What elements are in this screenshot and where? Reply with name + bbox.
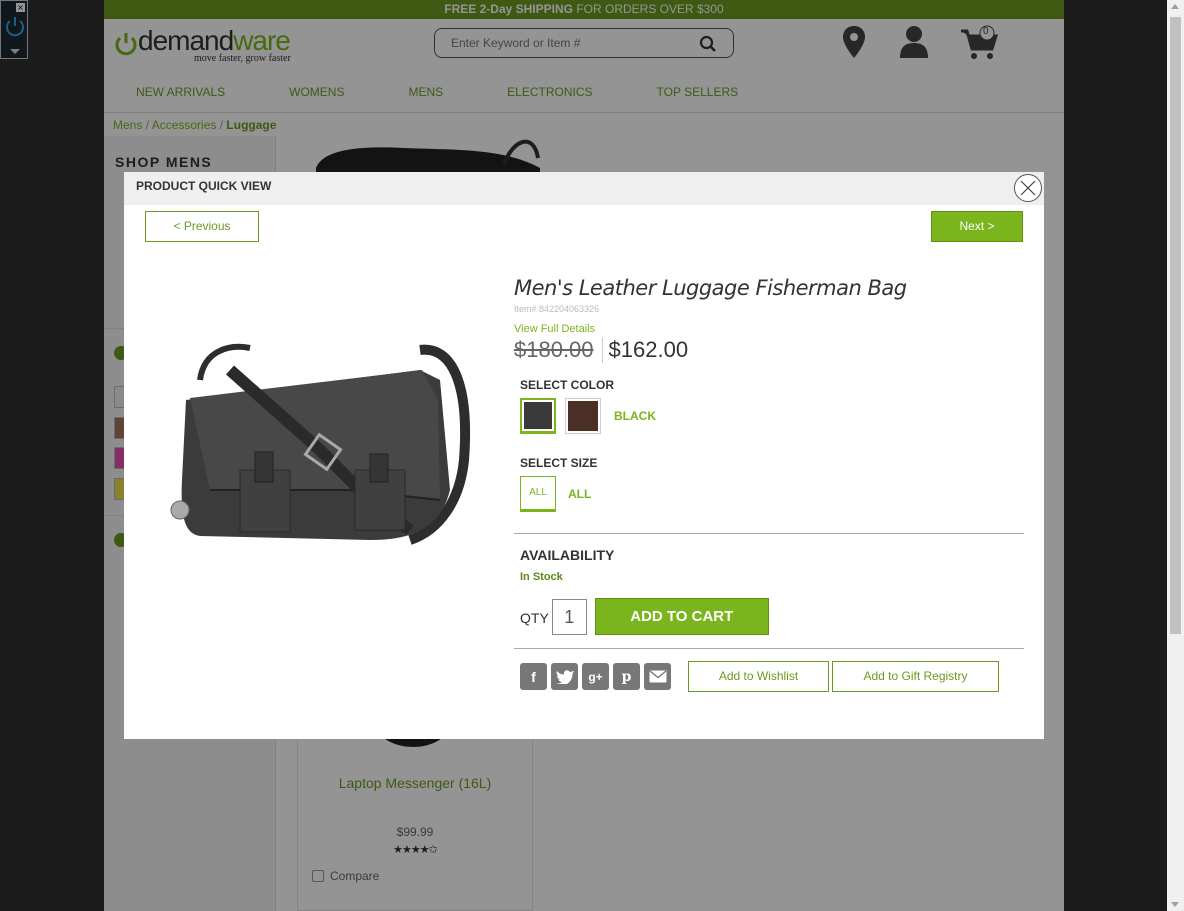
quantity-input[interactable]: 1: [551, 598, 587, 635]
email-icon[interactable]: [644, 663, 671, 690]
select-size-label: SELECT SIZE: [520, 456, 598, 470]
scroll-up-icon[interactable]: [1171, 4, 1179, 9]
size-swatch-all[interactable]: ALL: [520, 476, 556, 512]
close-icon[interactable]: [1015, 175, 1041, 201]
scrollbar-thumb[interactable]: [1170, 17, 1181, 634]
product-item-number: Item# 842204063326: [514, 304, 600, 314]
qty-label: QTY: [520, 609, 549, 626]
original-price: $180.00: [514, 337, 603, 363]
size-swatches: ALL ALL: [520, 476, 1024, 512]
color-swatch-black[interactable]: [520, 398, 556, 434]
product-image[interactable]: [170, 340, 472, 546]
price-block: $180.00 $162.00: [514, 337, 1024, 363]
product-info: Men's Leather Luggage Fisherman Bag Item…: [514, 276, 1024, 692]
selected-size-name: ALL: [568, 487, 592, 501]
view-full-details-link[interactable]: View Full Details: [514, 323, 1024, 335]
select-color-label: SELECT COLOR: [520, 378, 615, 392]
next-button[interactable]: Next >: [931, 211, 1023, 242]
quick-view-modal: PRODUCT QUICK VIEW < Previous Next > Men…: [124, 172, 1044, 739]
google-plus-icon[interactable]: g+: [582, 663, 609, 690]
add-to-cart-button[interactable]: ADD TO CART: [594, 598, 769, 635]
modal-title: PRODUCT QUICK VIEW: [136, 179, 272, 193]
color-swatch-brown[interactable]: [565, 398, 601, 434]
scroll-down-icon[interactable]: [1171, 902, 1179, 907]
add-to-gift-registry-button[interactable]: Add to Gift Registry: [832, 661, 999, 692]
selected-color-name: BLACK: [614, 409, 656, 423]
availability-label: AVAILABILITY: [520, 547, 615, 563]
modal-header: PRODUCT QUICK VIEW: [124, 172, 1044, 205]
page-scrollbar[interactable]: [1167, 0, 1184, 911]
product-name: Men's Leather Luggage Fisherman Bag: [514, 276, 907, 300]
availability-status: In Stock: [520, 571, 563, 583]
pinterest-icon[interactable]: p: [613, 663, 640, 690]
add-to-wishlist-button[interactable]: Add to Wishlist: [688, 661, 829, 692]
divider: [514, 648, 1024, 649]
twitter-icon[interactable]: [551, 663, 578, 690]
close-button[interactable]: [1014, 174, 1042, 202]
facebook-icon[interactable]: f: [520, 663, 547, 690]
previous-button[interactable]: < Previous: [145, 211, 259, 242]
color-swatches: BLACK: [520, 398, 1024, 434]
divider: [514, 533, 1024, 534]
quantity-row: QTY 1 ADD TO CART: [520, 598, 1024, 635]
sale-price: $162.00: [608, 337, 689, 362]
share-row: f g+ p Add to Wishlist Add to Gift Regis…: [520, 661, 1024, 692]
